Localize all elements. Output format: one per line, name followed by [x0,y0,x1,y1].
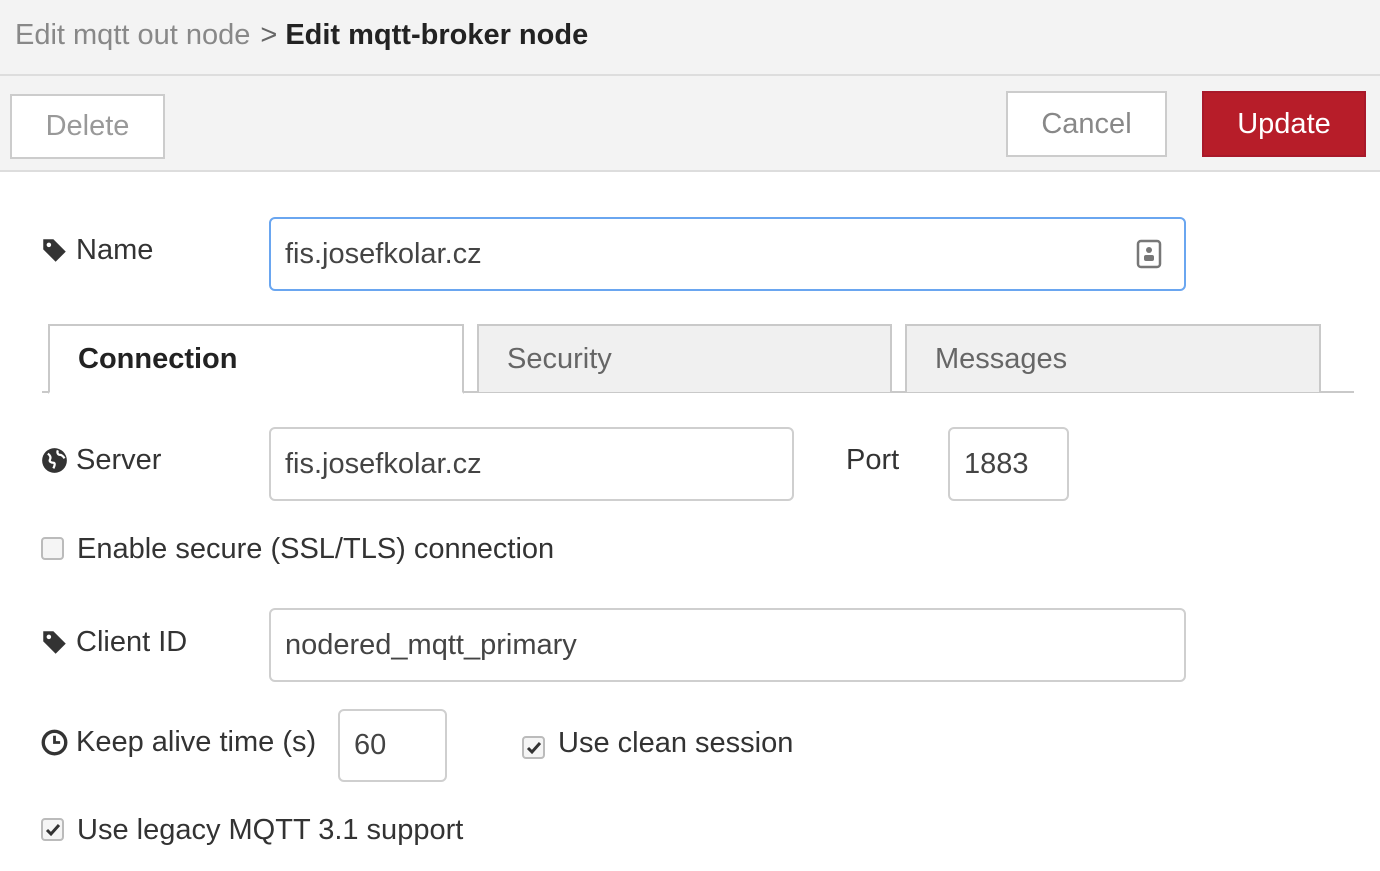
tls-checkbox[interactable] [41,537,64,560]
update-button[interactable]: Update [1202,91,1366,157]
clean-session-label: Use clean session [558,727,794,759]
name-label-text: Name [76,234,154,266]
client-id-input-value: nodered_mqtt_primary [285,628,577,661]
tag-icon [43,239,66,262]
client-id-label: Client ID [41,626,187,659]
tab-messages[interactable]: Messages [905,324,1321,392]
dialog-header: Edit mqtt out node > Edit mqtt-broker node [0,0,1380,76]
contact-card-icon[interactable] [1136,239,1162,269]
tls-label: Enable secure (SSL/TLS) connection [77,533,555,565]
breadcrumb: Edit mqtt out node > Edit mqtt-broker node [15,19,588,52]
port-label: Port [846,444,900,476]
keepalive-label-text: Keep alive time (s) [76,726,317,758]
clean-session-checkbox[interactable] [522,736,545,759]
tag-icon [43,631,66,654]
client-id-input[interactable]: nodered_mqtt_primary [269,608,1186,682]
port-input-value: 1883 [964,447,1029,480]
globe-icon [42,448,67,473]
name-input[interactable]: fis.josefkolar.cz [269,217,1186,291]
name-label: Name [41,234,153,267]
keepalive-input-value: 60 [354,729,387,761]
port-input[interactable]: 1883 [948,427,1069,501]
breadcrumb-parent-link[interactable]: Edit mqtt out node [15,19,250,51]
checkmark-icon [526,741,541,754]
checkmark-icon [45,823,60,836]
clock-icon [41,729,68,756]
server-label-text: Server [76,444,162,476]
cancel-button[interactable]: Cancel [1006,91,1167,157]
server-input[interactable]: fis.josefkolar.cz [269,427,794,501]
name-input-value: fis.josefkolar.cz [285,237,482,270]
client-id-label-text: Client ID [76,626,188,658]
server-label: Server [41,444,161,477]
legacy-mqtt-label: Use legacy MQTT 3.1 support [77,814,464,846]
breadcrumb-separator: > [260,19,278,51]
page-title: Edit mqtt-broker node [285,19,589,51]
keepalive-input[interactable]: 60 [338,709,447,782]
dialog-toolbar: Delete Cancel Update [0,76,1380,172]
tab-connection[interactable]: Connection [48,324,464,394]
legacy-mqtt-checkbox[interactable] [41,818,64,841]
delete-button[interactable]: Delete [10,94,165,159]
tab-security[interactable]: Security [477,324,892,392]
keepalive-label: Keep alive time (s) [41,726,316,759]
server-input-value: fis.josefkolar.cz [285,447,482,480]
